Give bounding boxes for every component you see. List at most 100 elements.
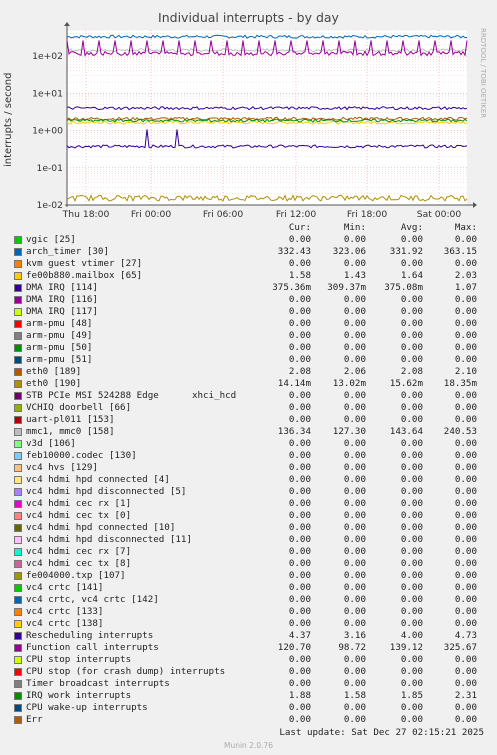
legend-label: DMA IRQ [116] [26,294,98,305]
legend-row: IRQ work interrupts 1.88 1.58 1.85 2.31 [0,690,497,702]
legend-label: arch_timer [30] [26,246,109,257]
legend-label: arm-pmu [51] [26,354,93,365]
legend-row: arm-pmu [50] 0.00 0.00 0.00 0.00 [0,342,497,354]
legend-value: 0.00 [454,654,477,665]
x-tick-label: Fri 00:00 [131,209,171,220]
legend-value: 1.07 [454,282,477,293]
legend-label: vc4 hdmi hpd connected [10] [26,522,176,533]
legend-swatch [14,356,22,364]
y-tick-label: 1e-01 [36,163,63,174]
legend-row: feb10000.codec [130] 0.00 0.00 0.00 0.00 [0,450,497,462]
x-tick-label: Fri 06:00 [203,209,243,220]
legend-row: vc4 hdmi hpd disconnected [11] 0.00 0.00 0.… [0,534,497,546]
legend-row: vc4 hdmi cec tx [0] 0.00 0.00 0.00 0.00 [0,510,497,522]
legend-swatch [14,692,22,700]
legend-row: vc4 crtc, vc4 crtc [142] 0.00 0.00 0.00 0.00 [0,594,497,606]
legend-swatch [14,404,22,412]
legend-row: vc4 hdmi cec rx [1] 0.00 0.00 0.00 0.00 [0,498,497,510]
munin-version: Munin 2.0.76 [223,741,274,750]
legend-value: 363.15 [443,246,477,257]
legend-row: fe00b880.mailbox [65] 1.58 1.43 1.64 2.03 [0,270,497,282]
legend-swatch [14,428,22,436]
legend-label: vgic [25] [26,234,76,245]
legend-row: Function call interrupts 120.70 98.72 139.1… [0,642,497,654]
legend-label: Timer broadcast interrupts [26,678,170,689]
legend-row: fe004000.txp [107] 0.00 0.00 0.00 0.00 [0,570,497,582]
legend-swatch [14,344,22,352]
legend-swatch [14,488,22,496]
legend-value: 0.00 [454,594,477,605]
legend-value: 0.00 [454,354,477,365]
legend-swatch [14,476,22,484]
legend-value: 0.00 [454,234,477,245]
legend-label: IRQ work interrupts [26,690,132,701]
legend-row: vc4 hvs [129] 0.00 0.00 0.00 0.00 [0,462,497,474]
legend-swatch [14,368,22,376]
legend-label: vc4 hvs [129] [26,462,98,473]
y-tick-label: 1e-02 [36,200,63,211]
legend-row: eth0 [189] 2.08 2.06 2.08 2.10 [0,366,497,378]
legend-row: DMA IRQ [117] 0.00 0.00 0.00 0.00 [0,306,497,318]
legend-swatch [14,656,22,664]
legend-value: 325.67 [443,642,477,653]
legend-swatch [14,332,22,340]
legend-row: DMA IRQ [114] 375.36m 309.37m 375.08m 1.07 [0,282,497,294]
legend-label: v3d [106] [26,438,76,449]
legend-row: arm-pmu [48] 0.00 0.00 0.00 0.00 [0,318,497,330]
legend-label: STB PCIe MSI 524288 Edge xhci_hcd [26,390,237,401]
legend-value: 0.00 [454,678,477,689]
legend-row: vc4 hdmi hpd connected [10] 0.00 0.00 0.00 0… [0,522,497,534]
y-tick-label: 1e+01 [32,88,63,99]
y-tick-label: 1e+00 [32,126,63,137]
x-tick-label: Fri 12:00 [276,209,316,220]
legend-value: 0.00 [454,318,477,329]
legend-label: eth0 [189] [26,366,82,377]
legend-swatch [14,260,22,268]
legend-label: CPU stop interrupts [26,654,132,665]
legend-value: 0.00 [454,702,477,713]
legend-swatch [14,620,22,628]
legend-swatch [14,632,22,640]
legend-swatch [14,272,22,280]
legend-swatch [14,596,22,604]
legend-swatch [14,572,22,580]
legend-label: vc4 crtc [138] [26,618,104,629]
legend-row: CPU stop (for crash dump) interrupts 0.00… [0,666,497,678]
legend-label: Function call interrupts [26,642,159,653]
legend-row: DMA IRQ [116] 0.00 0.00 0.00 0.00 [0,294,497,306]
x-tick-label: Thu 18:00 [62,209,110,220]
legend-value: 0.00 [454,618,477,629]
x-axis-arrow [473,202,477,208]
legend-value: 0.00 [454,510,477,521]
y-tick-label: 1e+02 [32,51,63,62]
legend-swatch [14,380,22,388]
legend-swatch [14,236,22,244]
legend-row: kvm guest vtimer [27] 0.00 0.00 0.00 0.00 [0,258,497,270]
legend-value: 2.10 [454,366,477,377]
legend-label: vc4 crtc [141] [26,582,104,593]
legend-label: vc4 hdmi cec rx [7] [26,546,132,557]
legend-row: vc4 crtc [133] 0.00 0.00 0.00 0.00 [0,606,497,618]
legend-value: 0.00 [454,522,477,533]
legend-value: 0.00 [454,414,477,425]
legend-label: Err [26,714,43,725]
legend-label: DMA IRQ [114] [26,282,98,293]
legend-row: uart-pl011 [153] 0.00 0.00 0.00 0.00 [0,414,497,426]
legend-value: 0.00 [454,558,477,569]
legend-row: vc4 hdmi cec tx [8] 0.00 0.00 0.00 0.00 [0,558,497,570]
legend-label: fe004000.txp [107] [26,570,126,581]
legend-label: arm-pmu [49] [26,330,93,341]
legend-swatch [14,440,22,448]
legend-label: uart-pl011 [153] [26,414,115,425]
legend-label: mmc1, mmc0 [158] [26,426,115,437]
legend-label: vc4 hdmi hpd connected [4] [26,474,170,485]
legend-value: 0.00 [454,582,477,593]
x-tick-label: Sat 00:00 [417,209,462,220]
legend-label: feb10000.codec [130] [26,450,137,461]
legend-row: CPU wake-up interrupts 0.00 0.00 0.00 0.00 [0,702,497,714]
legend-swatch [14,308,22,316]
legend-swatch [14,548,22,556]
legend-value: 0.00 [454,606,477,617]
legend-swatch [14,608,22,616]
legend-label: arm-pmu [50] [26,342,93,353]
